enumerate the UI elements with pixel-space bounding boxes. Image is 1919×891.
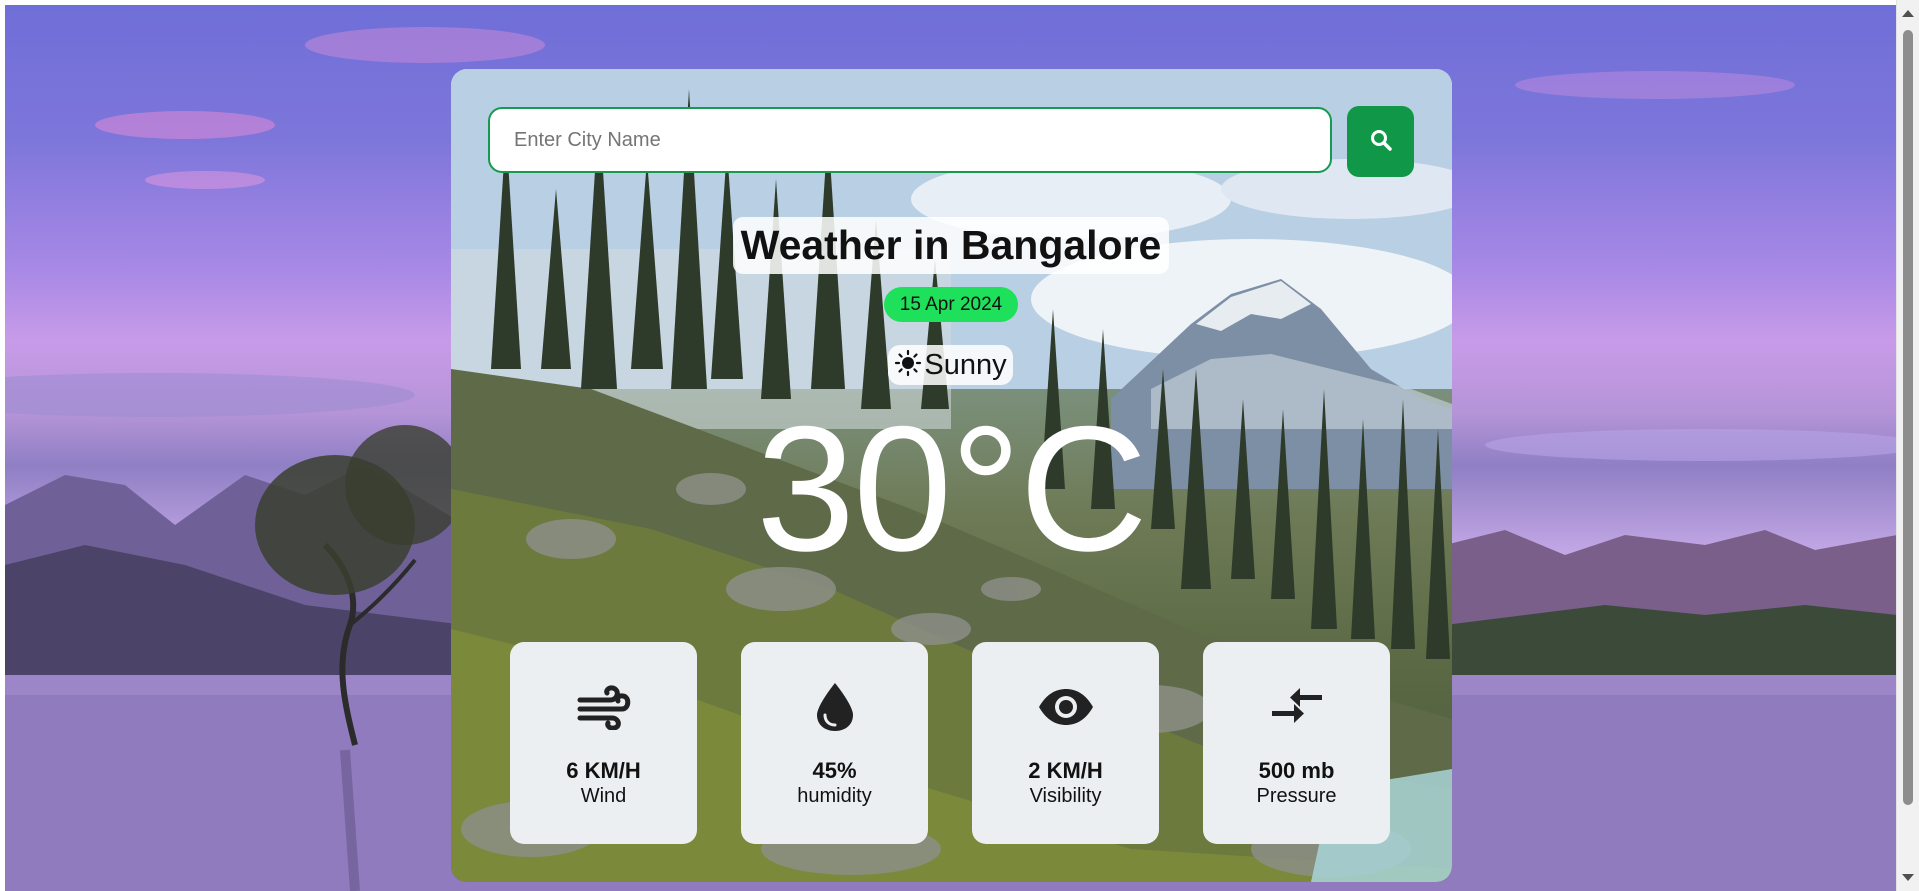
- temperature-readout: 30°C: [756, 389, 1148, 588]
- search-icon: [1369, 128, 1393, 155]
- weather-card: Weather in Bangalore 15 Apr 2024: [451, 69, 1452, 882]
- pressure-icon: [1203, 678, 1390, 736]
- wind-label: Wind: [580, 785, 627, 807]
- sun-icon: [894, 349, 922, 382]
- condition-label: Sunny: [924, 348, 1007, 381]
- visibility-value: 2 KM/H: [1028, 758, 1103, 783]
- humidity-value: 45%: [812, 758, 857, 783]
- city-weather-title: Weather in Bangalore: [733, 217, 1169, 274]
- wind-card: 6 KM/H Wind: [510, 642, 697, 844]
- city-search-input[interactable]: [488, 107, 1332, 173]
- browser-viewport: Weather in Bangalore 15 Apr 2024: [0, 0, 1919, 891]
- visibility-card: 2 KM/H Visibility: [972, 642, 1159, 844]
- pressure-card: 500 mb Pressure: [1203, 642, 1390, 844]
- humidity-label: humidity: [797, 785, 872, 807]
- wind-value: 6 KM/H: [566, 758, 641, 783]
- wind-icon: [510, 678, 697, 736]
- humidity-drop-icon: [741, 678, 928, 736]
- vertical-scrollbar[interactable]: [1896, 0, 1919, 891]
- visibility-label: Visibility: [1029, 785, 1102, 807]
- date-badge: 15 Apr 2024: [884, 287, 1018, 322]
- humidity-card: 45% humidity: [741, 642, 928, 844]
- pressure-value: 500 mb: [1258, 758, 1335, 783]
- weather-condition: Sunny: [888, 345, 1013, 385]
- pressure-label: Pressure: [1256, 785, 1337, 807]
- scroll-up-icon[interactable]: [1902, 10, 1914, 17]
- scroll-down-icon[interactable]: [1902, 874, 1914, 881]
- search-button[interactable]: [1347, 106, 1414, 177]
- eye-icon: [972, 678, 1159, 736]
- scroll-thumb[interactable]: [1903, 30, 1913, 805]
